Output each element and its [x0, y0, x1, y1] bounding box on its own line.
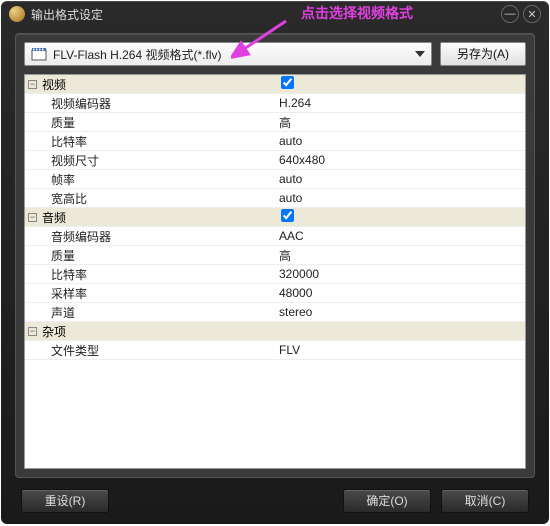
content-panel: FLV-Flash H.264 视频格式(*.flv) 另存为(A) −视频 视…	[15, 33, 535, 478]
dropdown-arrow-icon	[415, 51, 425, 57]
row-video-size[interactable]: 视频尺寸640x480	[25, 151, 525, 170]
audio-enabled-checkbox[interactable]	[281, 209, 294, 222]
section-misc-title: 杂项	[42, 323, 66, 340]
save-as-button[interactable]: 另存为(A)	[440, 42, 526, 66]
output-format-dialog: 输出格式设定 — ✕ 点击选择视频格式 FLV-Flash H.264 视频格式…	[1, 1, 549, 524]
row-audio-channel[interactable]: 声道stereo	[25, 303, 525, 322]
close-button[interactable]: ✕	[523, 5, 541, 23]
video-enabled-checkbox[interactable]	[281, 76, 294, 89]
row-audio-encoder[interactable]: 音频编码器AAC	[25, 227, 525, 246]
section-misc: −杂项	[25, 322, 525, 341]
film-icon	[31, 47, 47, 61]
section-audio-title: 音频	[42, 209, 66, 226]
row-video-framerate[interactable]: 帧率auto	[25, 170, 525, 189]
app-icon	[9, 6, 25, 22]
row-video-bitrate[interactable]: 比特率auto	[25, 132, 525, 151]
row-video-quality[interactable]: 质量高	[25, 113, 525, 132]
titlebar: 输出格式设定 — ✕	[1, 1, 549, 27]
settings-grid: −视频 视频编码器H.264 质量高 比特率auto 视频尺寸640x480 帧…	[24, 74, 526, 469]
cancel-button[interactable]: 取消(C)	[441, 489, 529, 513]
row-video-aspect[interactable]: 宽高比auto	[25, 189, 525, 208]
ok-button[interactable]: 确定(O)	[343, 489, 431, 513]
row-video-encoder[interactable]: 视频编码器H.264	[25, 94, 525, 113]
window-title: 输出格式设定	[31, 6, 501, 23]
collapse-video-icon[interactable]: −	[28, 80, 37, 89]
format-selected-text: FLV-Flash H.264 视频格式(*.flv)	[53, 46, 415, 63]
reset-button[interactable]: 重设(R)	[21, 489, 109, 513]
section-video: −视频	[25, 75, 525, 94]
row-audio-bitrate[interactable]: 比特率320000	[25, 265, 525, 284]
collapse-audio-icon[interactable]: −	[28, 213, 37, 222]
section-audio: −音频	[25, 208, 525, 227]
row-audio-sample[interactable]: 采样率48000	[25, 284, 525, 303]
row-audio-quality[interactable]: 质量高	[25, 246, 525, 265]
footer: 重设(R) 确定(O) 取消(C)	[1, 478, 549, 524]
minimize-button[interactable]: —	[501, 5, 519, 23]
collapse-misc-icon[interactable]: −	[28, 327, 37, 336]
format-select[interactable]: FLV-Flash H.264 视频格式(*.flv)	[24, 42, 432, 66]
section-video-title: 视频	[42, 76, 66, 93]
row-misc-filetype[interactable]: 文件类型FLV	[25, 341, 525, 360]
